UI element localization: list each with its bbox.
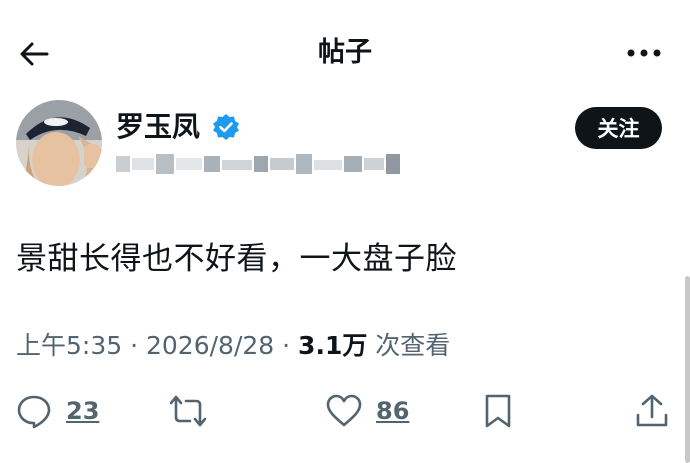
follow-button[interactable]: 关注 — [575, 107, 662, 149]
verified-badge-icon — [213, 114, 239, 140]
reply-button[interactable]: 23 — [16, 388, 99, 434]
meta-separator: · — [130, 331, 139, 360]
like-count: 86 — [376, 397, 410, 425]
author-handle-obscured — [116, 154, 400, 174]
more-horizontal-icon — [627, 49, 661, 57]
post-text: 景甜长得也不好看，一大盘子脸 — [16, 241, 457, 277]
action-bar: 23 86 — [0, 388, 690, 434]
share-icon — [636, 394, 668, 427]
reply-icon — [17, 395, 51, 429]
post-date: 2026/8/28 — [146, 331, 275, 360]
author-name[interactable]: 罗玉凤 — [116, 110, 200, 144]
avatar[interactable] — [16, 100, 102, 186]
reply-count: 23 — [66, 397, 100, 425]
heart-icon — [326, 394, 362, 427]
more-button[interactable] — [622, 38, 666, 68]
scrollbar[interactable] — [685, 276, 690, 463]
share-button[interactable] — [634, 388, 670, 434]
top-bar: 帖子 — [0, 0, 690, 90]
post-meta: 上午5:35 · 2026/8/28 · 3.1万 次查看 — [16, 328, 450, 364]
meta-separator: · — [282, 331, 291, 360]
repost-icon — [170, 395, 206, 427]
views-label: 次查看 — [375, 331, 451, 360]
views-count: 3.1万 — [298, 331, 368, 360]
repost-button[interactable] — [170, 388, 206, 434]
page-title: 帖子 — [318, 37, 372, 68]
bookmark-button[interactable] — [480, 388, 516, 434]
bookmark-icon — [485, 394, 511, 428]
like-button[interactable]: 86 — [326, 388, 409, 434]
post-time: 上午5:35 — [16, 331, 123, 360]
